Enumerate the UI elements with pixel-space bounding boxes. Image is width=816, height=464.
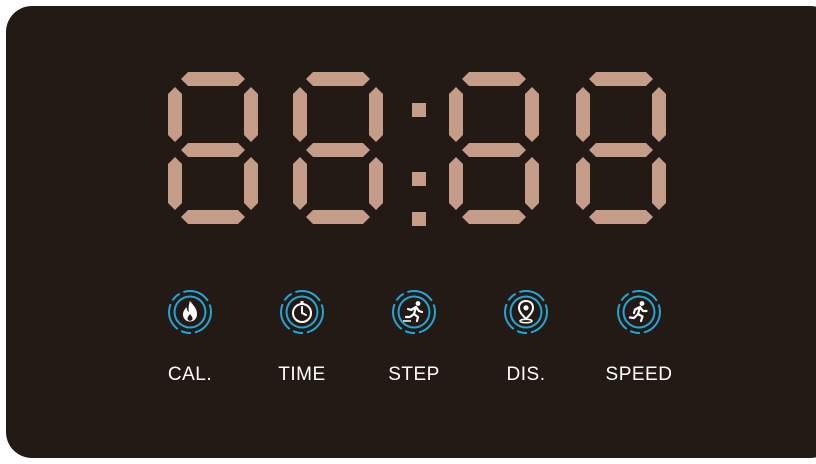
mode-label-speed: SPEED — [605, 364, 673, 385]
runner-step-icon — [392, 290, 436, 334]
mode-label-step: STEP — [388, 364, 440, 385]
mode-step[interactable]: STEP — [369, 290, 459, 400]
mode-time[interactable]: TIME — [257, 290, 347, 400]
flame-icon — [168, 290, 212, 334]
runner-speed-icon — [617, 290, 661, 334]
stopwatch-icon — [280, 290, 324, 334]
mode-label-distance: DIS. — [506, 364, 546, 385]
mode-distance[interactable]: DIS. — [481, 290, 571, 400]
mode-label-calories: CAL. — [167, 364, 213, 385]
mode-indicators: CAL. TIME STEP DIS. SPEED — [0, 0, 816, 464]
mode-calories[interactable]: CAL. — [145, 290, 235, 400]
mode-speed[interactable]: SPEED — [594, 290, 684, 400]
mode-label-time: TIME — [278, 364, 326, 385]
location-pin-icon — [504, 290, 548, 334]
